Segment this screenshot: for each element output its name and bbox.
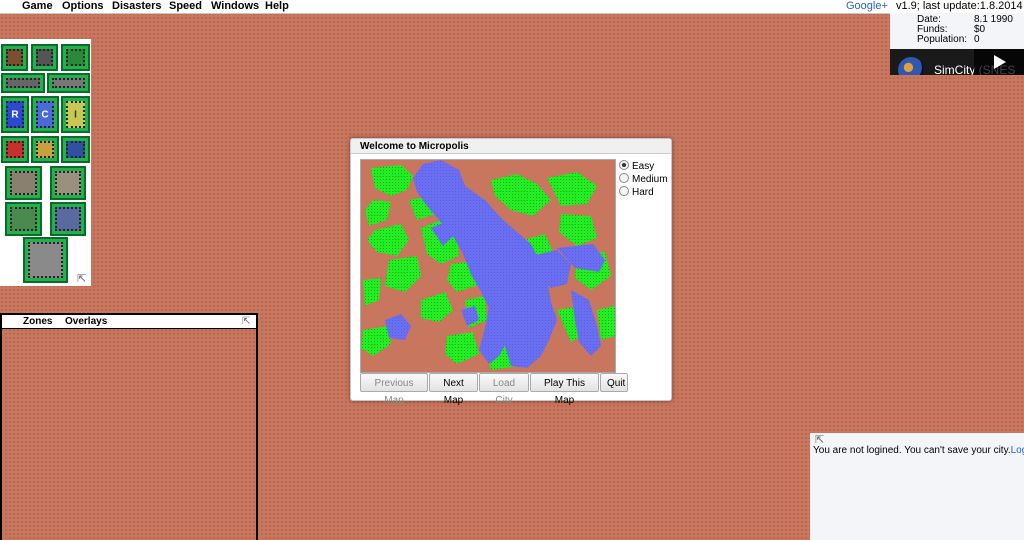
quit-button[interactable]: Quit [600, 373, 628, 392]
play-icon[interactable] [974, 49, 1024, 75]
population-label: Population: [917, 34, 968, 45]
commercial-zone-button[interactable]: C [31, 96, 59, 133]
previous-map-button[interactable]: Previous Map [360, 373, 428, 406]
difficulty-easy[interactable]: Easy [619, 160, 654, 173]
login-message-line: You are not logined. You can't save your… [813, 445, 1024, 456]
map-preview[interactable] [360, 159, 616, 373]
radio-hard[interactable] [619, 186, 629, 196]
industrial-icon: I [74, 109, 77, 120]
tab-zones[interactable]: Zones [23, 315, 52, 328]
residential-zone-button[interactable]: R [1, 96, 29, 133]
airport-button[interactable] [23, 237, 68, 283]
menu-help[interactable]: Help [265, 0, 289, 13]
difficulty-medium[interactable]: Medium [619, 173, 668, 186]
police-station-button[interactable] [31, 136, 59, 163]
welcome-dialog: Welcome to Micropolis Easy Medium Hard P… [350, 138, 672, 406]
expand-icon[interactable]: ⇱ [242, 315, 250, 328]
menu-speed[interactable]: Speed [169, 0, 202, 13]
road-tool-button[interactable] [1, 73, 45, 93]
nuclear-power-button[interactable] [50, 166, 86, 200]
rail-tool-button[interactable] [47, 73, 90, 93]
radio-easy[interactable] [619, 160, 629, 170]
residential-icon: R [11, 109, 19, 120]
park-tool-button[interactable] [61, 44, 90, 71]
population-value: 0 [974, 34, 980, 45]
bulldozer-tool-button[interactable] [31, 44, 58, 71]
fire-station-button[interactable] [1, 136, 29, 163]
version-text: v1.9; last update:1.8.2014 [896, 0, 1023, 12]
difficulty-medium-label: Medium [632, 174, 668, 185]
stadium-button[interactable] [5, 202, 42, 236]
coal-power-button[interactable] [5, 166, 42, 200]
tab-overlays[interactable]: Overlays [65, 315, 107, 328]
commercial-icon: C [41, 109, 49, 120]
menu-game[interactable]: Game [22, 0, 53, 13]
radio-medium[interactable] [619, 173, 629, 183]
play-this-map-button[interactable]: Play This Map [530, 373, 599, 406]
menu-windows[interactable]: Windows [211, 0, 259, 13]
video-embed[interactable]: SimCity (SNES [890, 49, 1024, 75]
menu-bar: Game Options Disasters Speed Windows Hel… [0, 0, 1024, 14]
zones-panel-header: Zones Overlays ⇱ [2, 315, 256, 329]
google-plus-link[interactable]: Google+ [846, 0, 888, 13]
difficulty-hard-label: Hard [632, 187, 654, 198]
tool-palette: R C I ⇱ [0, 39, 91, 286]
resize-icon[interactable]: ⇱ [77, 272, 86, 285]
login-link[interactable]: Login [1011, 445, 1024, 456]
status-panel: Date: 8.1 1990 Funds: $0 Population: 0 S… [890, 13, 1024, 75]
load-city-button[interactable]: Load City [479, 373, 529, 406]
dialog-title: Welcome to Micropolis [351, 139, 671, 154]
seaport-button[interactable] [50, 202, 86, 236]
difficulty-easy-label: Easy [632, 161, 655, 172]
map-preview-image [361, 160, 615, 370]
zones-overlays-panel: Zones Overlays ⇱ [0, 313, 258, 540]
menu-options[interactable]: Options [62, 0, 104, 13]
next-map-button[interactable]: Next Map [429, 373, 478, 406]
login-message: You are not logined. You can't save your… [813, 445, 1011, 456]
industrial-zone-button[interactable]: I [61, 96, 90, 133]
menu-disasters[interactable]: Disasters [112, 0, 162, 13]
wire-tool-button[interactable] [61, 136, 90, 163]
login-panel: ⇱ You are not logined. You can't save yo… [810, 433, 1024, 540]
difficulty-hard[interactable]: Hard [619, 186, 654, 199]
query-tool-button[interactable] [1, 44, 28, 71]
video-thumbnail [898, 57, 924, 75]
